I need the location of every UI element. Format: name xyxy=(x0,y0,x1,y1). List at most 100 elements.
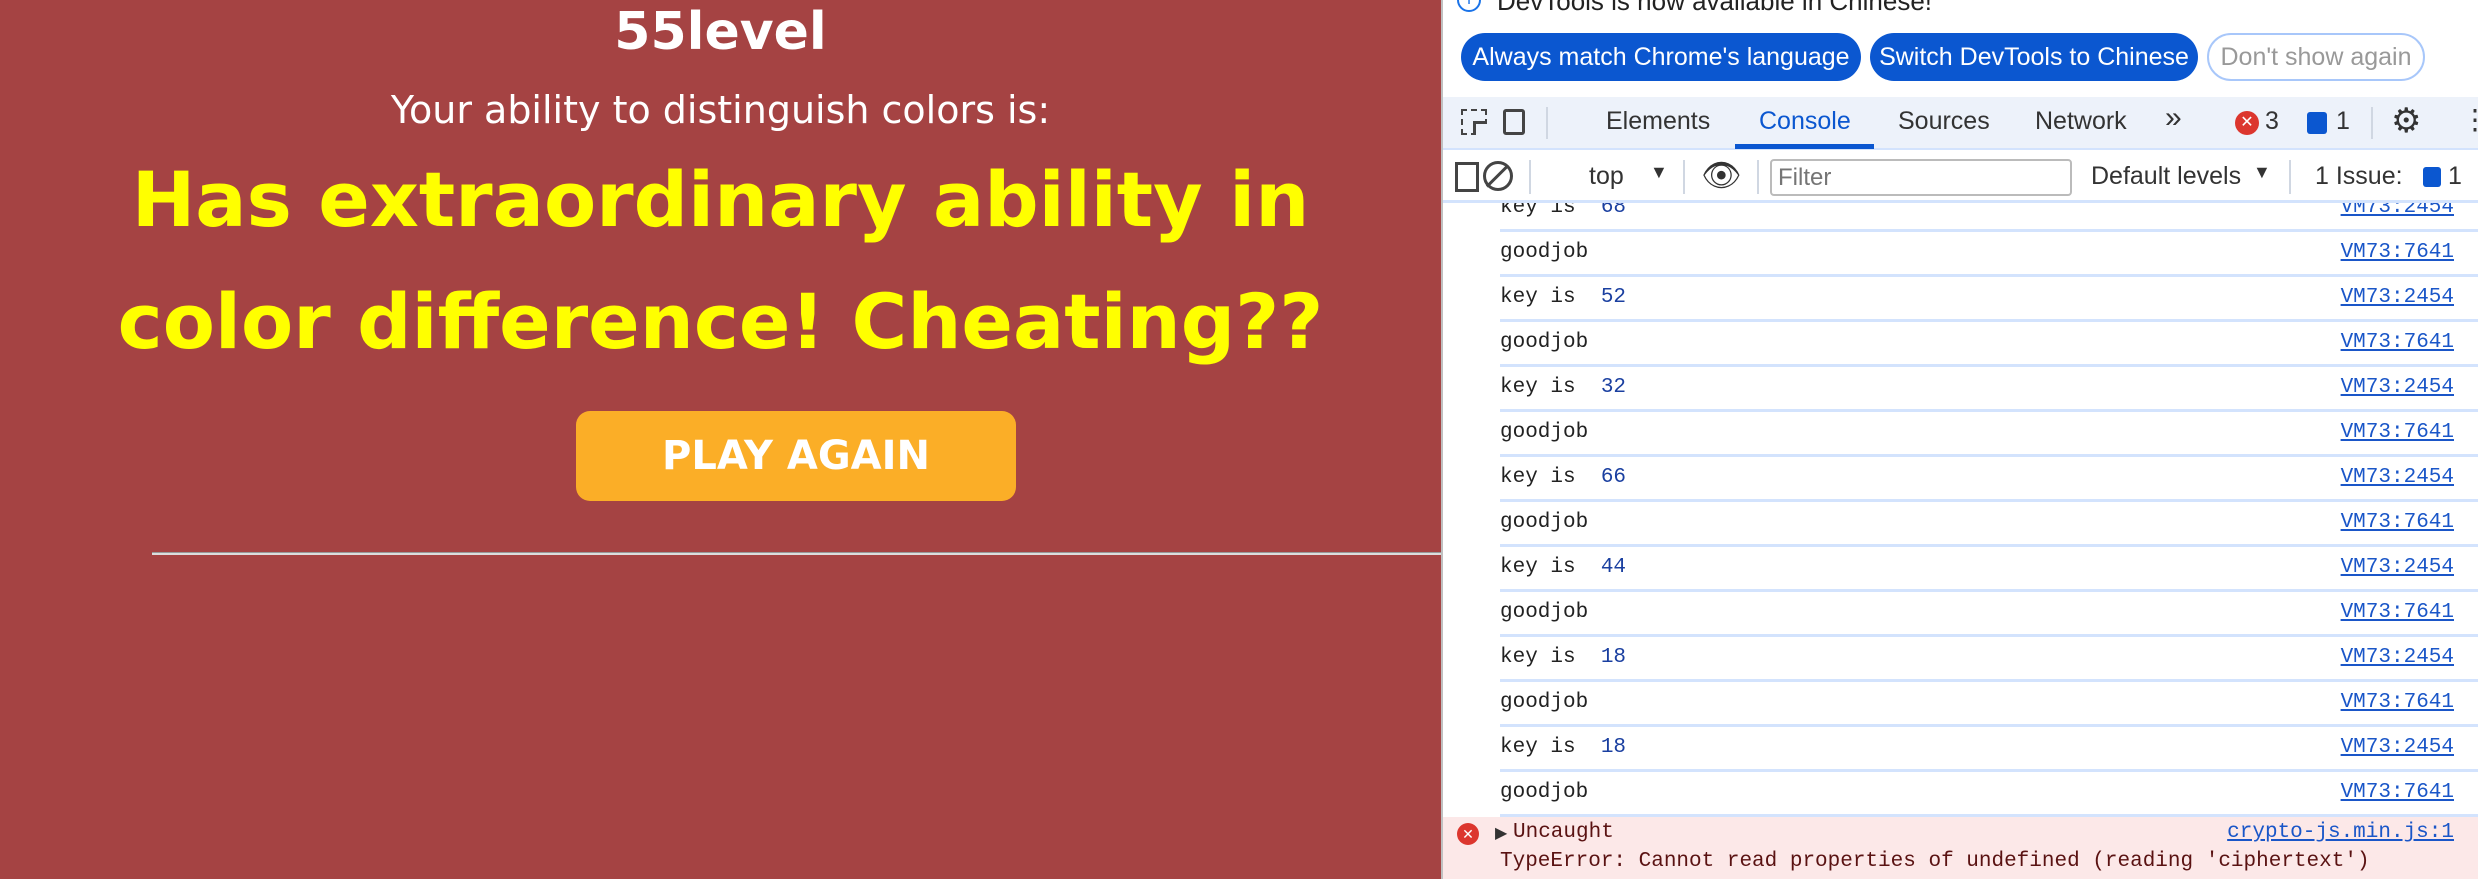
source-link[interactable]: VM73:2454 xyxy=(2341,646,2454,669)
console-row: key is 66 VM73:2454 xyxy=(1500,457,2478,502)
active-tab-indicator xyxy=(1735,144,1874,149)
console-row: goodjob VM73:7641 xyxy=(1500,592,2478,637)
console-row: goodjob VM73:7641 xyxy=(1500,232,2478,277)
source-link[interactable]: VM73:2454 xyxy=(2341,203,2454,219)
banner-text: DevTools is now available in Chinese! xyxy=(1497,0,1933,16)
source-link[interactable]: VM73:7641 xyxy=(2341,421,2454,444)
more-options-icon[interactable]: ⋮ xyxy=(2461,103,2478,136)
switch-chinese-button[interactable]: Switch DevTools to Chinese xyxy=(1870,33,2198,81)
error-title[interactable]: Uncaught xyxy=(1513,821,1614,844)
subtitle: Your ability to distinguish colors is: xyxy=(390,88,1051,132)
console-row: goodjob VM73:7641 xyxy=(1500,772,2478,817)
issues-count[interactable]: 1 xyxy=(2448,162,2462,191)
source-link[interactable]: VM73:7641 xyxy=(2341,511,2454,534)
settings-gear-icon[interactable]: ⚙ xyxy=(2391,101,2421,141)
banner: DevTools is now available in Chinese! xyxy=(1461,0,1932,17)
console-message: key is 66 xyxy=(1500,466,1626,489)
message-text: key is xyxy=(1500,556,1601,579)
message-text: key is xyxy=(1500,736,1601,759)
message-text: goodjob xyxy=(1500,601,1589,624)
message-text: goodjob xyxy=(1500,511,1589,534)
issue-icon[interactable] xyxy=(2423,167,2441,187)
source-link[interactable]: VM73:7641 xyxy=(2341,691,2454,714)
console-row: goodjob VM73:7641 xyxy=(1500,502,2478,547)
log-levels-select[interactable]: Default levels xyxy=(2091,162,2241,191)
source-link[interactable]: VM73:2454 xyxy=(2341,376,2454,399)
console-row: key is 18 VM73:2454 xyxy=(1500,727,2478,772)
issues-label[interactable]: 1 Issue: xyxy=(2315,162,2403,191)
error-icon[interactable]: ✕ xyxy=(2235,111,2259,135)
message-value: 18 xyxy=(1600,736,1627,759)
source-link[interactable]: VM73:2454 xyxy=(2341,736,2454,759)
message-count[interactable]: 1 xyxy=(2336,107,2350,136)
source-link[interactable]: VM73:2454 xyxy=(2341,286,2454,309)
console-message: key is 18 xyxy=(1500,736,1626,759)
source-link[interactable]: VM73:7641 xyxy=(2341,601,2454,624)
message-text: key is xyxy=(1500,376,1601,399)
console-row: key is 32 VM73:2454 xyxy=(1500,367,2478,412)
console-message: goodjob xyxy=(1500,421,1588,444)
console-message: goodjob xyxy=(1500,511,1588,534)
message-text: goodjob xyxy=(1500,691,1589,714)
message-text: key is xyxy=(1500,466,1601,489)
message-value: 44 xyxy=(1600,556,1627,579)
match-language-button[interactable]: Always match Chrome's language xyxy=(1461,33,1861,81)
more-tabs-button[interactable]: » xyxy=(2165,101,2182,135)
message-icon[interactable] xyxy=(2307,112,2327,134)
message-text: goodjob xyxy=(1500,331,1589,354)
console-row: goodjob VM73:7641 xyxy=(1500,412,2478,457)
console-row: goodjob VM73:7641 xyxy=(1500,682,2478,727)
context-select[interactable]: top xyxy=(1589,162,1624,191)
source-link[interactable]: VM73:2454 xyxy=(2341,466,2454,489)
message-value: 66 xyxy=(1600,466,1627,489)
tab-sources[interactable]: Sources xyxy=(1898,107,1990,136)
console-row: goodjob VM73:7641 xyxy=(1500,322,2478,367)
console-message: goodjob xyxy=(1500,241,1588,264)
sidebar-toggle-icon[interactable] xyxy=(1455,162,1479,192)
console-row: key is 52 VM73:2454 xyxy=(1500,277,2478,322)
source-link[interactable]: VM73:7641 xyxy=(2341,331,2454,354)
game-page: 55level Your ability to distinguish colo… xyxy=(0,0,1441,879)
console-toolbar: top ▼ 👁 Default levels ▼ 1 Issue: 1 xyxy=(1443,152,2478,203)
console-message: key is 44 xyxy=(1500,556,1626,579)
error-icon: ✕ xyxy=(1457,823,1479,845)
error-source-link[interactable]: crypto-js.min.js:1 xyxy=(2227,821,2454,844)
console-row: key is 68 VM73:2454 xyxy=(1500,203,2478,232)
message-value: 52 xyxy=(1600,286,1627,309)
play-again-button[interactable]: PLAY AGAIN xyxy=(576,411,1016,501)
message-text: goodjob xyxy=(1500,421,1589,444)
console-message: goodjob xyxy=(1500,781,1588,804)
message-value: 32 xyxy=(1600,376,1627,399)
source-link[interactable]: VM73:2454 xyxy=(2341,556,2454,579)
filter-input[interactable] xyxy=(1770,159,2072,196)
console-row: key is 18 VM73:2454 xyxy=(1500,637,2478,682)
tab-elements[interactable]: Elements xyxy=(1606,107,1710,136)
console-message: goodjob xyxy=(1500,691,1588,714)
expand-triangle-icon[interactable]: ▶ xyxy=(1495,823,1507,843)
device-toolbar-icon[interactable] xyxy=(1503,109,1525,135)
console-message: key is 52 xyxy=(1500,286,1626,309)
levels-dropdown-icon[interactable]: ▼ xyxy=(2253,162,2271,183)
console-row: key is 44 VM73:2454 xyxy=(1500,547,2478,592)
console-message: key is 18 xyxy=(1500,646,1626,669)
dont-show-again-button[interactable]: Don't show again xyxy=(2207,33,2425,81)
source-link[interactable]: VM73:7641 xyxy=(2341,781,2454,804)
console-message: goodjob xyxy=(1500,331,1588,354)
message-value: 18 xyxy=(1600,646,1627,669)
message-text: goodjob xyxy=(1500,781,1589,804)
tab-console[interactable]: Console xyxy=(1759,107,1851,136)
error-count[interactable]: 3 xyxy=(2265,107,2279,136)
message-text: goodjob xyxy=(1500,241,1589,264)
devtools-tabbar: Elements Console Sources Network » ✕ 3 1… xyxy=(1443,97,2478,150)
result-line-1: Has extraordinary ability in xyxy=(131,155,1310,244)
console-message: goodjob xyxy=(1500,601,1588,624)
context-dropdown-icon[interactable]: ▼ xyxy=(1650,162,1668,183)
tab-network[interactable]: Network xyxy=(2035,107,2127,136)
message-text: key is xyxy=(1500,203,1601,219)
console-message: key is 32 xyxy=(1500,376,1626,399)
error-message: TypeError: Cannot read properties of und… xyxy=(1500,850,2370,873)
clear-console-icon[interactable] xyxy=(1483,161,1513,191)
inspect-element-icon[interactable] xyxy=(1461,109,1487,135)
source-link[interactable]: VM73:7641 xyxy=(2341,241,2454,264)
live-expression-eye-icon[interactable]: 👁 xyxy=(1701,156,1742,194)
